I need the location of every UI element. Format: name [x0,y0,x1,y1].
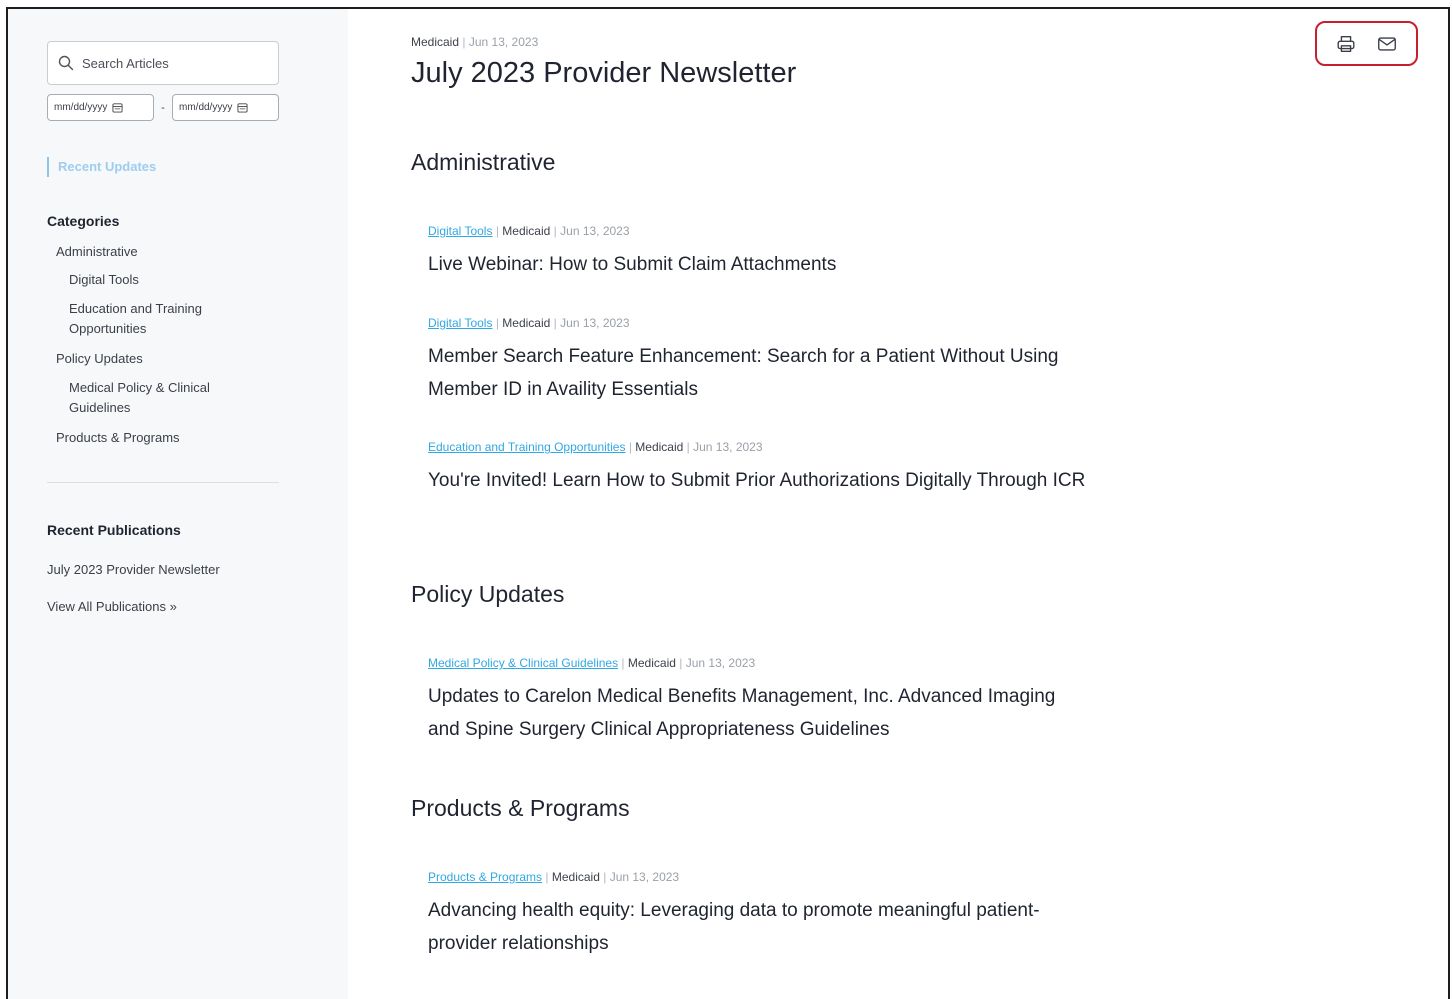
date-from-placeholder: mm/dd/yyyy [54,102,108,113]
main-content: Medicaid | Jun 13, 2023 July 2023 Provid… [348,9,1448,999]
email-button[interactable] [1374,31,1400,57]
article-item: Digital Tools | Medicaid | Jun 13, 2023 … [428,222,1118,281]
meta-separator: | [495,316,499,330]
meta-separator: | [495,224,499,238]
article-date: Jun 13, 2023 [560,224,630,238]
article-date: Jun 13, 2023 [693,440,763,454]
category-policy-updates[interactable]: Policy Updates [56,349,143,369]
category-medical-policy[interactable]: Medical Policy & Clinical Guidelines [69,378,259,418]
article-program: Medicaid [635,440,684,454]
article-program: Medicaid [502,224,551,238]
article-item: Digital Tools | Medicaid | Jun 13, 2023 … [428,314,1078,406]
article-date: Jun 13, 2023 [685,656,756,670]
date-to-placeholder: mm/dd/yyyy [179,102,233,113]
article-title-link[interactable]: Member Search Feature Enhancement: Searc… [428,340,1078,406]
page-title: July 2023 Provider Newsletter [411,57,797,89]
article-program: Medicaid [627,656,676,670]
recent-publications-heading: Recent Publications [47,522,181,538]
article-program: Medicaid [551,870,600,884]
meta-separator: | [553,316,557,330]
share-actions [1315,21,1418,66]
article-item: Products & Programs | Medicaid | Jun 13,… [428,868,1108,960]
meta-separator: | [603,870,607,884]
mail-icon [1378,36,1397,51]
article-item: Medical Policy & Clinical Guidelines | M… [428,654,1068,746]
publication-link[interactable]: July 2023 Provider Newsletter [47,560,220,580]
category-education-training[interactable]: Education and Training Opportunities [69,299,259,339]
calendar-icon [112,103,123,113]
meta-separator: | [545,870,549,884]
date-separator: - [161,101,165,114]
meta-separator: | [621,656,625,670]
print-button[interactable] [1333,31,1359,57]
sidebar-divider [47,482,279,483]
search-input[interactable] [82,55,272,71]
article-category-link[interactable]: Digital Tools [428,316,492,330]
article-title-link[interactable]: Advancing health equity: Leveraging data… [428,894,1108,960]
date-range: mm/dd/yyyy - mm/dd/yyyy [47,94,279,121]
section-title-products-programs: Products & Programs [411,795,630,821]
article-program: Medicaid [502,316,551,330]
page-date: Jun 13, 2023 [468,35,539,49]
category-administrative[interactable]: Administrative [56,242,138,262]
section-title-administrative: Administrative [411,149,556,175]
meta-separator: | [679,656,683,670]
article-category-link[interactable]: Medical Policy & Clinical Guidelines [428,656,618,670]
page-meta: Medicaid | Jun 13, 2023 [411,35,538,49]
meta-separator: | [686,440,690,454]
calendar-icon [237,103,248,113]
view-all-publications-link[interactable]: View All Publications » [47,597,177,617]
category-products-programs[interactable]: Products & Programs [56,428,180,448]
date-from-field[interactable]: mm/dd/yyyy [47,94,154,121]
article-title-link[interactable]: Live Webinar: How to Submit Claim Attach… [428,248,1118,281]
meta-separator: | [462,35,466,49]
article-item: Education and Training Opportunities | M… [428,438,1118,497]
page-program: Medicaid [411,35,460,49]
search-box[interactable] [47,41,279,85]
article-date: Jun 13, 2023 [560,316,630,330]
printer-icon [1337,35,1355,52]
meta-separator: | [628,440,632,454]
categories-heading: Categories [47,213,120,229]
article-date: Jun 13, 2023 [609,870,680,884]
article-title-link[interactable]: You're Invited! Learn How to Submit Prio… [428,464,1118,497]
search-icon [58,55,74,71]
article-category-link[interactable]: Education and Training Opportunities [428,440,625,454]
section-title-policy-updates: Policy Updates [411,581,565,607]
category-digital-tools[interactable]: Digital Tools [69,270,139,290]
date-to-field[interactable]: mm/dd/yyyy [172,94,279,121]
meta-separator: | [553,224,557,238]
article-title-link[interactable]: Updates to Carelon Medical Benefits Mana… [428,680,1068,746]
sidebar: mm/dd/yyyy - mm/dd/yyyy Recent Updates C… [8,9,348,999]
article-category-link[interactable]: Products & Programs [428,870,542,884]
recent-updates-link[interactable]: Recent Updates [47,157,156,177]
article-category-link[interactable]: Digital Tools [428,224,492,238]
